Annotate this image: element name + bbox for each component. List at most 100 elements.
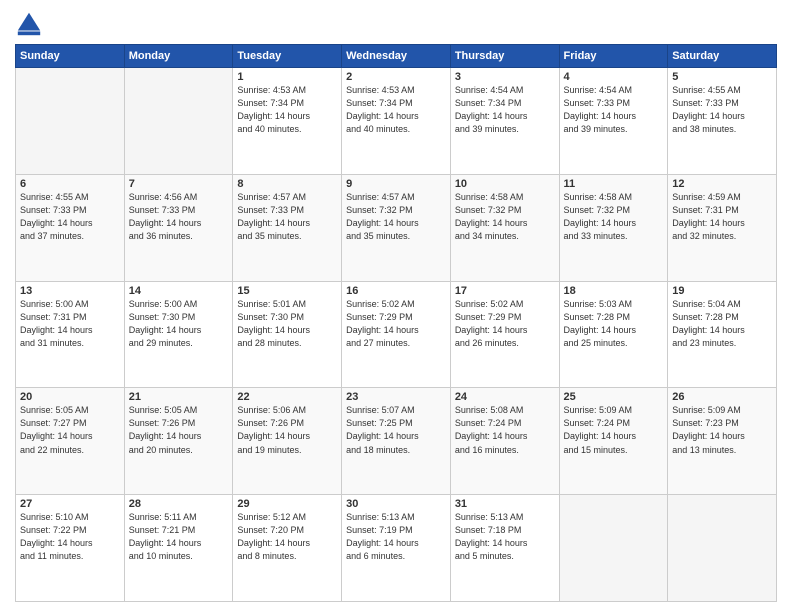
day-info: Sunrise: 4:55 AM Sunset: 7:33 PM Dayligh… bbox=[672, 84, 772, 136]
day-info: Sunrise: 4:53 AM Sunset: 7:34 PM Dayligh… bbox=[346, 84, 446, 136]
day-number: 16 bbox=[346, 285, 446, 297]
day-number: 12 bbox=[672, 178, 772, 190]
day-number: 13 bbox=[20, 285, 120, 297]
day-number: 10 bbox=[455, 178, 555, 190]
day-number: 11 bbox=[564, 178, 664, 190]
day-info: Sunrise: 4:53 AM Sunset: 7:34 PM Dayligh… bbox=[237, 84, 337, 136]
day-number: 2 bbox=[346, 71, 446, 83]
calendar-cell: 8Sunrise: 4:57 AM Sunset: 7:33 PM Daylig… bbox=[233, 174, 342, 281]
weekday-header: Saturday bbox=[668, 45, 777, 68]
day-number: 26 bbox=[672, 391, 772, 403]
day-info: Sunrise: 4:58 AM Sunset: 7:32 PM Dayligh… bbox=[564, 191, 664, 243]
day-info: Sunrise: 5:12 AM Sunset: 7:20 PM Dayligh… bbox=[237, 511, 337, 563]
calendar-cell: 27Sunrise: 5:10 AM Sunset: 7:22 PM Dayli… bbox=[16, 495, 125, 602]
day-number: 27 bbox=[20, 498, 120, 510]
calendar-cell: 31Sunrise: 5:13 AM Sunset: 7:18 PM Dayli… bbox=[450, 495, 559, 602]
calendar-cell: 6Sunrise: 4:55 AM Sunset: 7:33 PM Daylig… bbox=[16, 174, 125, 281]
day-number: 4 bbox=[564, 71, 664, 83]
day-number: 1 bbox=[237, 71, 337, 83]
weekday-header: Friday bbox=[559, 45, 668, 68]
calendar-cell: 23Sunrise: 5:07 AM Sunset: 7:25 PM Dayli… bbox=[342, 388, 451, 495]
logo-icon bbox=[15, 10, 43, 38]
day-number: 25 bbox=[564, 391, 664, 403]
calendar-cell: 5Sunrise: 4:55 AM Sunset: 7:33 PM Daylig… bbox=[668, 68, 777, 175]
day-number: 22 bbox=[237, 391, 337, 403]
calendar-cell: 20Sunrise: 5:05 AM Sunset: 7:27 PM Dayli… bbox=[16, 388, 125, 495]
calendar-cell: 30Sunrise: 5:13 AM Sunset: 7:19 PM Dayli… bbox=[342, 495, 451, 602]
day-number: 6 bbox=[20, 178, 120, 190]
day-info: Sunrise: 5:09 AM Sunset: 7:23 PM Dayligh… bbox=[672, 404, 772, 456]
calendar-cell: 17Sunrise: 5:02 AM Sunset: 7:29 PM Dayli… bbox=[450, 281, 559, 388]
calendar-cell bbox=[668, 495, 777, 602]
day-info: Sunrise: 5:02 AM Sunset: 7:29 PM Dayligh… bbox=[346, 298, 446, 350]
calendar-cell: 28Sunrise: 5:11 AM Sunset: 7:21 PM Dayli… bbox=[124, 495, 233, 602]
day-info: Sunrise: 5:00 AM Sunset: 7:30 PM Dayligh… bbox=[129, 298, 229, 350]
calendar-cell: 13Sunrise: 5:00 AM Sunset: 7:31 PM Dayli… bbox=[16, 281, 125, 388]
day-info: Sunrise: 4:55 AM Sunset: 7:33 PM Dayligh… bbox=[20, 191, 120, 243]
logo bbox=[15, 10, 47, 38]
day-number: 19 bbox=[672, 285, 772, 297]
day-number: 18 bbox=[564, 285, 664, 297]
day-info: Sunrise: 5:05 AM Sunset: 7:27 PM Dayligh… bbox=[20, 404, 120, 456]
calendar-cell: 9Sunrise: 4:57 AM Sunset: 7:32 PM Daylig… bbox=[342, 174, 451, 281]
calendar-cell: 24Sunrise: 5:08 AM Sunset: 7:24 PM Dayli… bbox=[450, 388, 559, 495]
weekday-header: Wednesday bbox=[342, 45, 451, 68]
day-info: Sunrise: 4:58 AM Sunset: 7:32 PM Dayligh… bbox=[455, 191, 555, 243]
weekday-header: Monday bbox=[124, 45, 233, 68]
day-info: Sunrise: 5:13 AM Sunset: 7:19 PM Dayligh… bbox=[346, 511, 446, 563]
day-number: 20 bbox=[20, 391, 120, 403]
day-info: Sunrise: 5:13 AM Sunset: 7:18 PM Dayligh… bbox=[455, 511, 555, 563]
weekday-header: Thursday bbox=[450, 45, 559, 68]
header bbox=[15, 10, 777, 38]
calendar-cell: 15Sunrise: 5:01 AM Sunset: 7:30 PM Dayli… bbox=[233, 281, 342, 388]
calendar-table: SundayMondayTuesdayWednesdayThursdayFrid… bbox=[15, 44, 777, 602]
calendar-cell: 3Sunrise: 4:54 AM Sunset: 7:34 PM Daylig… bbox=[450, 68, 559, 175]
day-number: 15 bbox=[237, 285, 337, 297]
calendar-cell: 14Sunrise: 5:00 AM Sunset: 7:30 PM Dayli… bbox=[124, 281, 233, 388]
calendar-cell: 1Sunrise: 4:53 AM Sunset: 7:34 PM Daylig… bbox=[233, 68, 342, 175]
calendar-cell bbox=[559, 495, 668, 602]
calendar-cell: 10Sunrise: 4:58 AM Sunset: 7:32 PM Dayli… bbox=[450, 174, 559, 281]
day-info: Sunrise: 5:05 AM Sunset: 7:26 PM Dayligh… bbox=[129, 404, 229, 456]
day-info: Sunrise: 5:02 AM Sunset: 7:29 PM Dayligh… bbox=[455, 298, 555, 350]
calendar-cell: 2Sunrise: 4:53 AM Sunset: 7:34 PM Daylig… bbox=[342, 68, 451, 175]
calendar-week-row: 1Sunrise: 4:53 AM Sunset: 7:34 PM Daylig… bbox=[16, 68, 777, 175]
day-number: 28 bbox=[129, 498, 229, 510]
calendar-cell: 18Sunrise: 5:03 AM Sunset: 7:28 PM Dayli… bbox=[559, 281, 668, 388]
calendar-header-row: SundayMondayTuesdayWednesdayThursdayFrid… bbox=[16, 45, 777, 68]
calendar-week-row: 13Sunrise: 5:00 AM Sunset: 7:31 PM Dayli… bbox=[16, 281, 777, 388]
calendar-week-row: 27Sunrise: 5:10 AM Sunset: 7:22 PM Dayli… bbox=[16, 495, 777, 602]
weekday-header: Sunday bbox=[16, 45, 125, 68]
day-info: Sunrise: 4:54 AM Sunset: 7:33 PM Dayligh… bbox=[564, 84, 664, 136]
day-number: 3 bbox=[455, 71, 555, 83]
day-number: 14 bbox=[129, 285, 229, 297]
page: SundayMondayTuesdayWednesdayThursdayFrid… bbox=[0, 0, 792, 612]
day-number: 30 bbox=[346, 498, 446, 510]
day-info: Sunrise: 5:08 AM Sunset: 7:24 PM Dayligh… bbox=[455, 404, 555, 456]
calendar-week-row: 20Sunrise: 5:05 AM Sunset: 7:27 PM Dayli… bbox=[16, 388, 777, 495]
day-number: 31 bbox=[455, 498, 555, 510]
day-info: Sunrise: 5:10 AM Sunset: 7:22 PM Dayligh… bbox=[20, 511, 120, 563]
day-info: Sunrise: 4:59 AM Sunset: 7:31 PM Dayligh… bbox=[672, 191, 772, 243]
day-info: Sunrise: 4:57 AM Sunset: 7:32 PM Dayligh… bbox=[346, 191, 446, 243]
day-info: Sunrise: 4:54 AM Sunset: 7:34 PM Dayligh… bbox=[455, 84, 555, 136]
day-info: Sunrise: 5:11 AM Sunset: 7:21 PM Dayligh… bbox=[129, 511, 229, 563]
calendar-cell: 25Sunrise: 5:09 AM Sunset: 7:24 PM Dayli… bbox=[559, 388, 668, 495]
calendar-week-row: 6Sunrise: 4:55 AM Sunset: 7:33 PM Daylig… bbox=[16, 174, 777, 281]
day-info: Sunrise: 4:57 AM Sunset: 7:33 PM Dayligh… bbox=[237, 191, 337, 243]
day-info: Sunrise: 5:07 AM Sunset: 7:25 PM Dayligh… bbox=[346, 404, 446, 456]
day-number: 29 bbox=[237, 498, 337, 510]
calendar-cell bbox=[124, 68, 233, 175]
day-number: 24 bbox=[455, 391, 555, 403]
day-number: 7 bbox=[129, 178, 229, 190]
day-number: 5 bbox=[672, 71, 772, 83]
day-info: Sunrise: 5:03 AM Sunset: 7:28 PM Dayligh… bbox=[564, 298, 664, 350]
calendar-cell bbox=[16, 68, 125, 175]
day-number: 8 bbox=[237, 178, 337, 190]
day-info: Sunrise: 5:01 AM Sunset: 7:30 PM Dayligh… bbox=[237, 298, 337, 350]
calendar-cell: 21Sunrise: 5:05 AM Sunset: 7:26 PM Dayli… bbox=[124, 388, 233, 495]
calendar-cell: 29Sunrise: 5:12 AM Sunset: 7:20 PM Dayli… bbox=[233, 495, 342, 602]
day-info: Sunrise: 5:04 AM Sunset: 7:28 PM Dayligh… bbox=[672, 298, 772, 350]
calendar-cell: 4Sunrise: 4:54 AM Sunset: 7:33 PM Daylig… bbox=[559, 68, 668, 175]
calendar-cell: 7Sunrise: 4:56 AM Sunset: 7:33 PM Daylig… bbox=[124, 174, 233, 281]
